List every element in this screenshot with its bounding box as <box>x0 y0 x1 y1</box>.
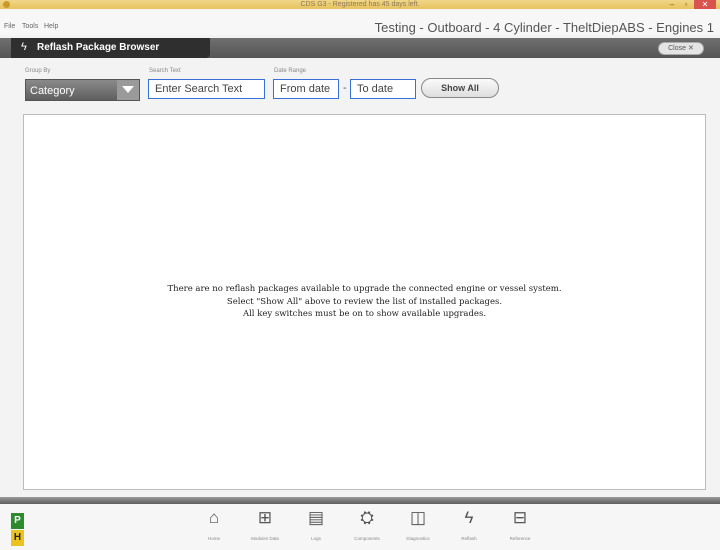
package-list-panel: There are no reflash packages available … <box>23 114 706 490</box>
empty-message-line-3: All key switches must be on to show avai… <box>242 309 487 319</box>
logs-icon: ▤ <box>307 508 325 527</box>
nav-components[interactable]: ⛭ Components <box>344 507 390 547</box>
empty-message-line-2: Select "Show All" above to review the li… <box>226 296 503 307</box>
bottom-divider <box>0 497 720 504</box>
nav-home-label: Home <box>207 536 220 541</box>
nav-components-label: Components <box>354 536 380 541</box>
menu-help[interactable]: Help <box>44 23 58 30</box>
h-indicator: H <box>11 530 24 546</box>
nav-modules-label: Modules Data <box>251 536 279 541</box>
show-all-button[interactable]: Show All <box>421 78 499 98</box>
search-label: Search Text <box>149 68 181 74</box>
group-by-select[interactable]: Category <box>25 79 140 101</box>
menu-file[interactable]: File <box>4 23 15 30</box>
module-tab: ϟ Reflash Package Browser <box>11 38 210 58</box>
close-module-button[interactable]: Close ✕ <box>658 42 704 55</box>
close-icon: ✕ <box>687 45 694 52</box>
engine-title: Testing - Outboard - 4 Cylinder - TheltD… <box>374 20 714 35</box>
diagnostics-icon: ◫ <box>409 508 427 527</box>
modules-icon: ⊞ <box>257 508 273 527</box>
components-icon: ⛭ <box>360 508 374 527</box>
window-titlebar[interactable]: CDS G3 - Registered has 45 days left. – … <box>0 0 720 9</box>
bolt-icon: ϟ <box>21 41 27 53</box>
group-by-label: Group By <box>25 68 51 74</box>
chevron-down-icon[interactable] <box>117 80 139 100</box>
maximize-button[interactable]: ▫ <box>680 0 692 9</box>
menu-tools[interactable]: Tools <box>22 23 38 30</box>
nav-reference-label: Reference <box>509 536 531 541</box>
nav-logs[interactable]: ▤ Logs <box>293 507 339 547</box>
group-by-value: Category <box>30 85 75 97</box>
reference-icon: ⊟ <box>512 508 528 527</box>
nav-logs-label: Logs <box>311 536 321 541</box>
window-close-button[interactable]: ✕ <box>694 0 716 9</box>
nav-reflash-label: Reflash <box>461 536 477 541</box>
close-label: Close <box>668 45 687 52</box>
date-separator: - <box>343 82 347 94</box>
home-icon: ⌂ <box>208 508 220 527</box>
module-header: ϟ Reflash Package Browser Close ✕ <box>0 38 720 58</box>
minimize-button[interactable]: – <box>666 0 678 9</box>
module-title: Reflash Package Browser <box>37 42 160 53</box>
window-title: CDS G3 - Registered has 45 days left. <box>300 1 420 8</box>
search-input[interactable]: Enter Search Text <box>148 79 265 99</box>
empty-message: There are no reflash packages available … <box>24 283 705 321</box>
nav-diagnostics-label: Diagnostics <box>406 536 430 541</box>
date-range-label: Date Range <box>274 68 307 74</box>
nav-reference[interactable]: ⊟ Reference <box>497 507 543 547</box>
reflash-icon: ϟ <box>464 508 474 527</box>
empty-message-line-1: There are no reflash packages available … <box>167 284 562 294</box>
nav-diagnostics[interactable]: ◫ Diagnostics <box>395 507 441 547</box>
nav-reflash[interactable]: ϟ Reflash <box>446 507 492 547</box>
from-date-input[interactable]: From date <box>273 79 339 99</box>
app-window: CDS G3 - Registered has 45 days left. – … <box>0 0 720 550</box>
p-indicator: P <box>11 513 24 529</box>
filter-bar: Group By Category Search Text Enter Sear… <box>23 66 703 110</box>
menu-bar: File Tools Help Testing - Outboard - 4 C… <box>0 9 720 35</box>
nav-modules[interactable]: ⊞ Modules Data <box>242 507 288 547</box>
to-date-input[interactable]: To date <box>350 79 416 99</box>
nav-home[interactable]: ⌂ Home <box>191 507 237 547</box>
